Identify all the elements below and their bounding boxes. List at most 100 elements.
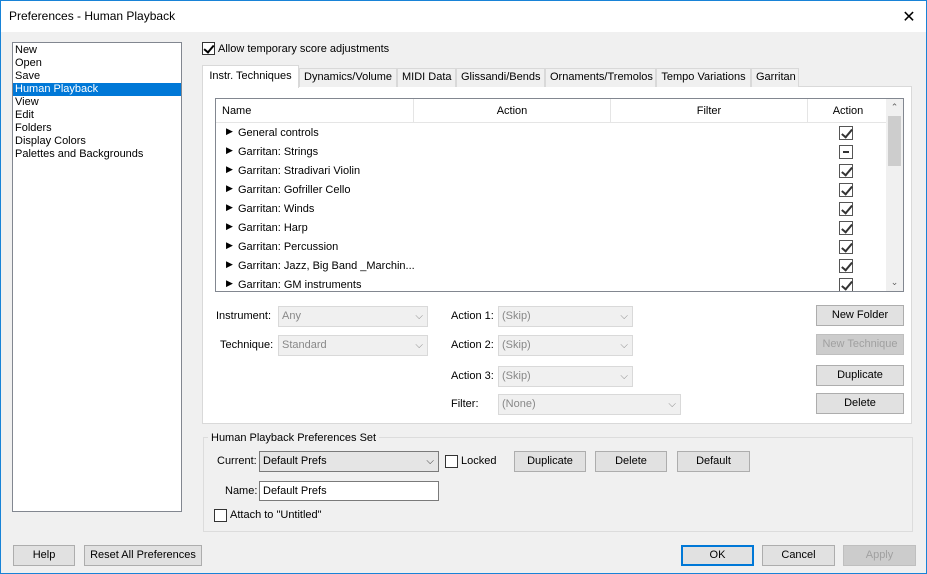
techniques-grid[interactable]: Name Action Filter Action ▶ General cont…: [215, 98, 904, 292]
category-item-open[interactable]: Open: [13, 57, 181, 70]
current-label: Current:: [217, 455, 257, 467]
table-row[interactable]: ▶ Garritan: Stradivari Violin: [216, 162, 888, 181]
filter-select[interactable]: (None) ⌵: [498, 394, 681, 415]
row-enabled-checkbox[interactable]: [839, 221, 853, 235]
table-row[interactable]: ▶ Garritan: Gofriller Cello: [216, 181, 888, 200]
action2-select[interactable]: (Skip) ⌵: [498, 335, 633, 356]
technique-value: Standard: [282, 339, 327, 351]
ok-button[interactable]: OK: [681, 545, 754, 566]
scroll-thumb[interactable]: [888, 116, 901, 166]
action3-select[interactable]: (Skip) ⌵: [498, 366, 633, 387]
tab-dynamics-volume[interactable]: Dynamics/Volume: [299, 68, 397, 87]
table-row[interactable]: ▶ Garritan: Percussion: [216, 238, 888, 257]
expand-icon[interactable]: ▶: [226, 259, 233, 270]
chevron-down-icon: ⌵: [415, 311, 423, 322]
table-row[interactable]: ▶ Garritan: Harp: [216, 219, 888, 238]
attach-label: Attach to "Untitled": [230, 509, 322, 521]
table-row[interactable]: ▶ Garritan: GM instruments: [216, 276, 888, 291]
row-enabled-checkbox[interactable]: [839, 202, 853, 216]
tab-tempo-variations[interactable]: Tempo Variations: [656, 68, 751, 87]
row-name: Garritan: Stradivari Violin: [238, 165, 361, 177]
column-header-action-enabled[interactable]: Action: [808, 99, 888, 123]
expand-icon[interactable]: ▶: [226, 183, 233, 194]
filter-value: (None): [502, 398, 536, 410]
chevron-down-icon: ⌵: [426, 456, 434, 467]
column-header-filter[interactable]: Filter: [611, 99, 808, 123]
filter-label: Filter:: [451, 398, 479, 410]
chevron-down-icon: ⌵: [620, 340, 628, 351]
category-item-display-colors[interactable]: Display Colors: [13, 135, 181, 148]
current-prefs-value: Default Prefs: [263, 455, 327, 467]
table-row[interactable]: ▶ Garritan: Strings: [216, 143, 888, 162]
category-item-view[interactable]: View: [13, 96, 181, 109]
category-list[interactable]: New Open Save Human Playback View Edit F…: [12, 42, 182, 512]
attach-checkbox[interactable]: [214, 509, 227, 522]
expand-icon[interactable]: ▶: [226, 278, 233, 289]
chevron-down-icon: ⌵: [668, 399, 676, 410]
row-name: Garritan: Gofriller Cello: [238, 184, 351, 196]
action1-label: Action 1:: [451, 310, 494, 322]
row-name: Garritan: GM instruments: [238, 279, 362, 291]
row-enabled-checkbox[interactable]: [839, 145, 853, 159]
duplicate-technique-button[interactable]: Duplicate: [816, 365, 904, 386]
category-item-new[interactable]: New: [13, 44, 181, 57]
category-item-save[interactable]: Save: [13, 70, 181, 83]
action2-value: (Skip): [502, 339, 531, 351]
row-enabled-checkbox[interactable]: [839, 164, 853, 178]
prefs-name-value: Default Prefs: [263, 485, 327, 497]
instrument-select[interactable]: Any ⌵: [278, 306, 428, 327]
tab-garritan[interactable]: Garritan: [751, 68, 799, 87]
row-name: General controls: [238, 127, 319, 139]
locked-label: Locked: [461, 455, 497, 467]
tab-glissandi-bends[interactable]: Glissandi/Bends: [456, 68, 545, 87]
instrument-label: Instrument:: [216, 310, 272, 322]
category-item-folders[interactable]: Folders: [13, 122, 181, 135]
technique-select[interactable]: Standard ⌵: [278, 335, 428, 356]
column-header-name[interactable]: Name: [216, 99, 414, 123]
expand-icon[interactable]: ▶: [226, 202, 233, 213]
row-enabled-checkbox[interactable]: [839, 183, 853, 197]
expand-icon[interactable]: ▶: [226, 221, 233, 232]
current-prefs-select[interactable]: Default Prefs ⌵: [259, 451, 439, 472]
tab-ornaments-tremolos[interactable]: Ornaments/Tremolos: [545, 68, 656, 87]
action1-select[interactable]: (Skip) ⌵: [498, 306, 633, 327]
delete-technique-button[interactable]: Delete: [816, 393, 904, 414]
table-row[interactable]: ▶ Garritan: Winds: [216, 200, 888, 219]
prefs-name-input[interactable]: Default Prefs: [259, 481, 439, 501]
tab-instr-techniques[interactable]: Instr. Techniques: [202, 65, 299, 88]
help-button[interactable]: Help: [13, 545, 75, 566]
row-enabled-checkbox[interactable]: [839, 259, 853, 273]
preferences-window: Preferences - Human Playback ✕ New Open …: [0, 0, 927, 574]
allow-temp-checkbox[interactable]: [202, 42, 215, 55]
new-technique-button[interactable]: New Technique: [816, 334, 904, 355]
expand-icon[interactable]: ▶: [226, 240, 233, 251]
row-enabled-checkbox[interactable]: [839, 126, 853, 140]
technique-label: Technique:: [220, 339, 274, 351]
duplicate-prefs-button[interactable]: Duplicate: [514, 451, 586, 472]
category-item-palettes[interactable]: Palettes and Backgrounds: [13, 148, 181, 161]
new-folder-button[interactable]: New Folder: [816, 305, 904, 326]
row-enabled-checkbox[interactable]: [839, 240, 853, 254]
row-name: Garritan: Jazz, Big Band _Marchin...: [238, 260, 415, 272]
expand-icon[interactable]: ▶: [226, 126, 233, 137]
default-prefs-button[interactable]: Default: [677, 451, 750, 472]
scroll-up-icon[interactable]: ⌃: [886, 99, 903, 116]
row-enabled-checkbox[interactable]: [839, 278, 853, 291]
instrument-value: Any: [282, 310, 301, 322]
grid-scrollbar[interactable]: ⌃ ⌄: [886, 99, 903, 291]
locked-checkbox[interactable]: [445, 455, 458, 468]
delete-prefs-button[interactable]: Delete: [595, 451, 667, 472]
table-row[interactable]: ▶ Garritan: Jazz, Big Band _Marchin...: [216, 257, 888, 276]
column-header-action[interactable]: Action: [414, 99, 611, 123]
reset-all-preferences-button[interactable]: Reset All Preferences: [84, 545, 202, 566]
cancel-button[interactable]: Cancel: [762, 545, 835, 566]
category-item-human-playback[interactable]: Human Playback: [13, 83, 181, 96]
category-item-edit[interactable]: Edit: [13, 109, 181, 122]
tab-midi-data[interactable]: MIDI Data: [397, 68, 456, 87]
close-icon[interactable]: ✕: [892, 1, 926, 32]
table-row[interactable]: ▶ General controls: [216, 124, 888, 143]
expand-icon[interactable]: ▶: [226, 145, 233, 156]
apply-button[interactable]: Apply: [843, 545, 916, 566]
scroll-down-icon[interactable]: ⌄: [886, 274, 903, 291]
expand-icon[interactable]: ▶: [226, 164, 233, 175]
